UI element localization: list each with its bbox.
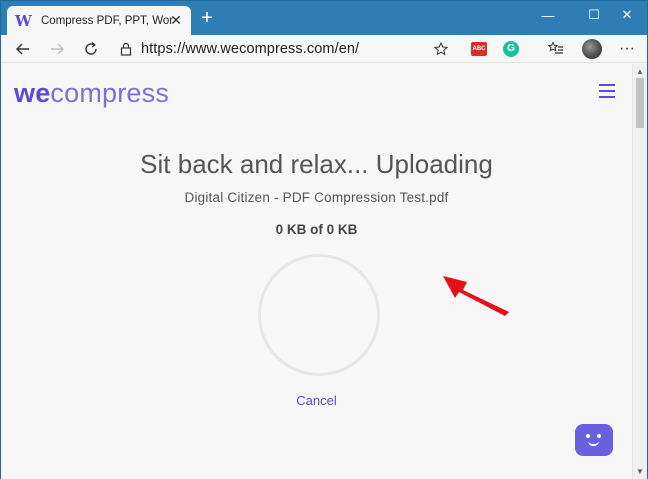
favorites-icon[interactable] — [546, 39, 566, 59]
upload-progress-ring — [258, 254, 380, 376]
browser-tab[interactable]: W Compress PDF, PPT, Word, Excel ✕ — [7, 6, 191, 35]
scrollbar-thumb[interactable] — [636, 78, 644, 128]
cancel-button[interactable]: Cancel — [1, 393, 632, 408]
address-bar[interactable]: https://www.wecompress.com/en/ — [111, 37, 456, 61]
logo-rest: compress — [50, 78, 170, 108]
hamburger-icon[interactable] — [599, 84, 615, 98]
browser-toolbar: https://www.wecompress.com/en/ ABC G ··· — [1, 35, 647, 63]
tab-favicon-icon: W — [15, 11, 32, 30]
web-page: wecompress Sit back and relax... Uploadi… — [1, 64, 632, 479]
red-arrow-icon — [443, 276, 509, 316]
minimize-icon[interactable]: — — [528, 1, 568, 29]
site-logo[interactable]: wecompress — [14, 78, 169, 109]
upload-headline: Sit back and relax... Uploading — [140, 149, 493, 179]
new-tab-icon[interactable]: + — [197, 8, 217, 28]
tab-title: Compress PDF, PPT, Word, Excel — [41, 14, 173, 27]
forward-arrow-icon[interactable] — [47, 39, 67, 59]
url-text: https://www.wecompress.com/en/ — [141, 41, 360, 57]
lock-icon — [119, 42, 133, 56]
upload-progress-text: 0 KB of 0 KB — [275, 222, 358, 237]
grammarly-icon[interactable]: G — [503, 41, 519, 57]
page-scrollbar[interactable]: ▲ ▼ — [632, 64, 647, 479]
back-arrow-icon[interactable] — [13, 39, 33, 59]
extension-red-icon[interactable]: ABC — [471, 42, 487, 56]
profile-avatar[interactable] — [582, 39, 602, 59]
close-window-icon[interactable]: ✕ — [607, 1, 647, 29]
upload-filename: Digital Citizen - PDF Compression Test.p… — [184, 190, 449, 205]
chat-bot-icon[interactable] — [575, 424, 613, 456]
scroll-up-icon[interactable]: ▲ — [636, 67, 644, 76]
tab-close-icon[interactable]: ✕ — [168, 12, 184, 28]
more-icon[interactable]: ··· — [617, 39, 637, 59]
star-icon[interactable] — [431, 39, 451, 59]
scroll-down-icon[interactable]: ▼ — [636, 467, 644, 476]
browser-window: W Compress PDF, PPT, Word, Excel ✕ + — ☐… — [0, 0, 648, 479]
refresh-icon[interactable] — [81, 39, 101, 59]
title-bar: W Compress PDF, PPT, Word, Excel ✕ + — ☐… — [1, 1, 647, 35]
logo-bold: we — [14, 78, 51, 108]
